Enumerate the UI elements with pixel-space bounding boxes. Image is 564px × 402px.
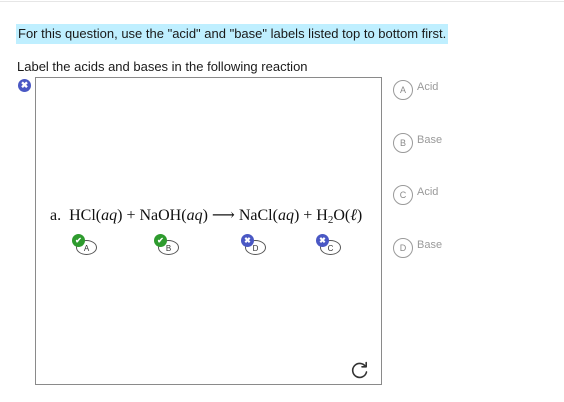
- close-icon: ✖: [241, 234, 254, 247]
- question-prompt: Label the acids and bases in the followi…: [17, 59, 308, 74]
- option-text-b: Base: [417, 134, 443, 146]
- drop-target-naoh[interactable]: B ✔: [154, 234, 179, 255]
- check-icon: ✔: [154, 234, 167, 247]
- option-text-c: Acid: [417, 186, 439, 198]
- chemical-equation: a. HCl(aq) + NaOH(aq) ⟶ NaCl(aq) + H2O(ℓ…: [50, 205, 363, 226]
- check-icon: ✔: [72, 234, 85, 247]
- drop-target-water[interactable]: C ✖: [316, 234, 341, 255]
- product-water: H2O(ℓ): [316, 207, 363, 226]
- drop-target-hcl[interactable]: A ✔: [72, 234, 97, 255]
- label-option-d[interactable]: D Base: [393, 238, 442, 260]
- product-nacl: NaCl(aq): [238, 207, 300, 224]
- option-letter-a: A: [393, 80, 413, 100]
- incorrect-status-icon: ✖: [18, 79, 31, 92]
- drop-target-nacl[interactable]: D ✖: [241, 234, 266, 255]
- reset-icon[interactable]: [350, 360, 370, 380]
- equation-prefix: a.: [50, 207, 62, 224]
- reaction-arrow: ⟶: [211, 207, 235, 224]
- plus-sign: +: [126, 207, 136, 224]
- option-letter-d: D: [393, 238, 413, 258]
- answer-drop-area[interactable]: a. HCl(aq) + NaOH(aq) ⟶ NaCl(aq) + H2O(ℓ…: [35, 77, 382, 385]
- option-letter-c: C: [393, 185, 413, 205]
- top-divider: [0, 1, 564, 2]
- label-option-a[interactable]: A Acid: [393, 80, 438, 102]
- label-option-c[interactable]: C Acid: [393, 185, 438, 207]
- plus-sign: +: [303, 207, 313, 224]
- reactant-hcl: HCl(aq): [69, 207, 123, 224]
- option-text-a: Acid: [417, 81, 439, 93]
- label-option-b[interactable]: B Base: [393, 133, 442, 155]
- option-text-d: Base: [417, 239, 443, 251]
- instruction-text: For this question, use the "acid" and "b…: [16, 24, 449, 44]
- close-icon: ✖: [316, 234, 329, 247]
- reactant-naoh: NaOH(aq): [139, 207, 208, 224]
- option-letter-b: B: [393, 133, 413, 153]
